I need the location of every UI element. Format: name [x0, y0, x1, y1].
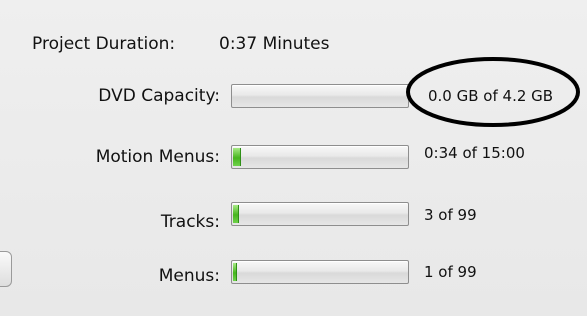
menus-fill [233, 263, 237, 281]
menus-label: Menus: [158, 266, 220, 286]
dvd-capacity-label: DVD Capacity: [98, 86, 220, 106]
dvd-capacity-bar [231, 84, 409, 108]
motion-menus-label: Motion Menus: [95, 147, 220, 167]
tracks-fill [233, 205, 239, 223]
tracks-label: Tracks: [160, 212, 220, 232]
side-tab-button[interactable] [0, 251, 12, 287]
annotation-circle [406, 57, 580, 127]
menus-value: 1 of 99 [424, 263, 477, 281]
tracks-bar [231, 202, 409, 226]
menus-bar [231, 260, 409, 284]
project-duration-value: 0:37 Minutes [219, 34, 330, 54]
motion-menus-bar [231, 145, 409, 169]
motion-menus-fill [233, 148, 241, 166]
project-info-panel: Project Duration: 0:37 Minutes DVD Capac… [0, 0, 587, 316]
project-duration-label: Project Duration: [32, 34, 176, 54]
tracks-value: 3 of 99 [424, 206, 477, 224]
annotation-ellipse [406, 57, 580, 127]
motion-menus-value: 0:34 of 15:00 [424, 144, 525, 162]
